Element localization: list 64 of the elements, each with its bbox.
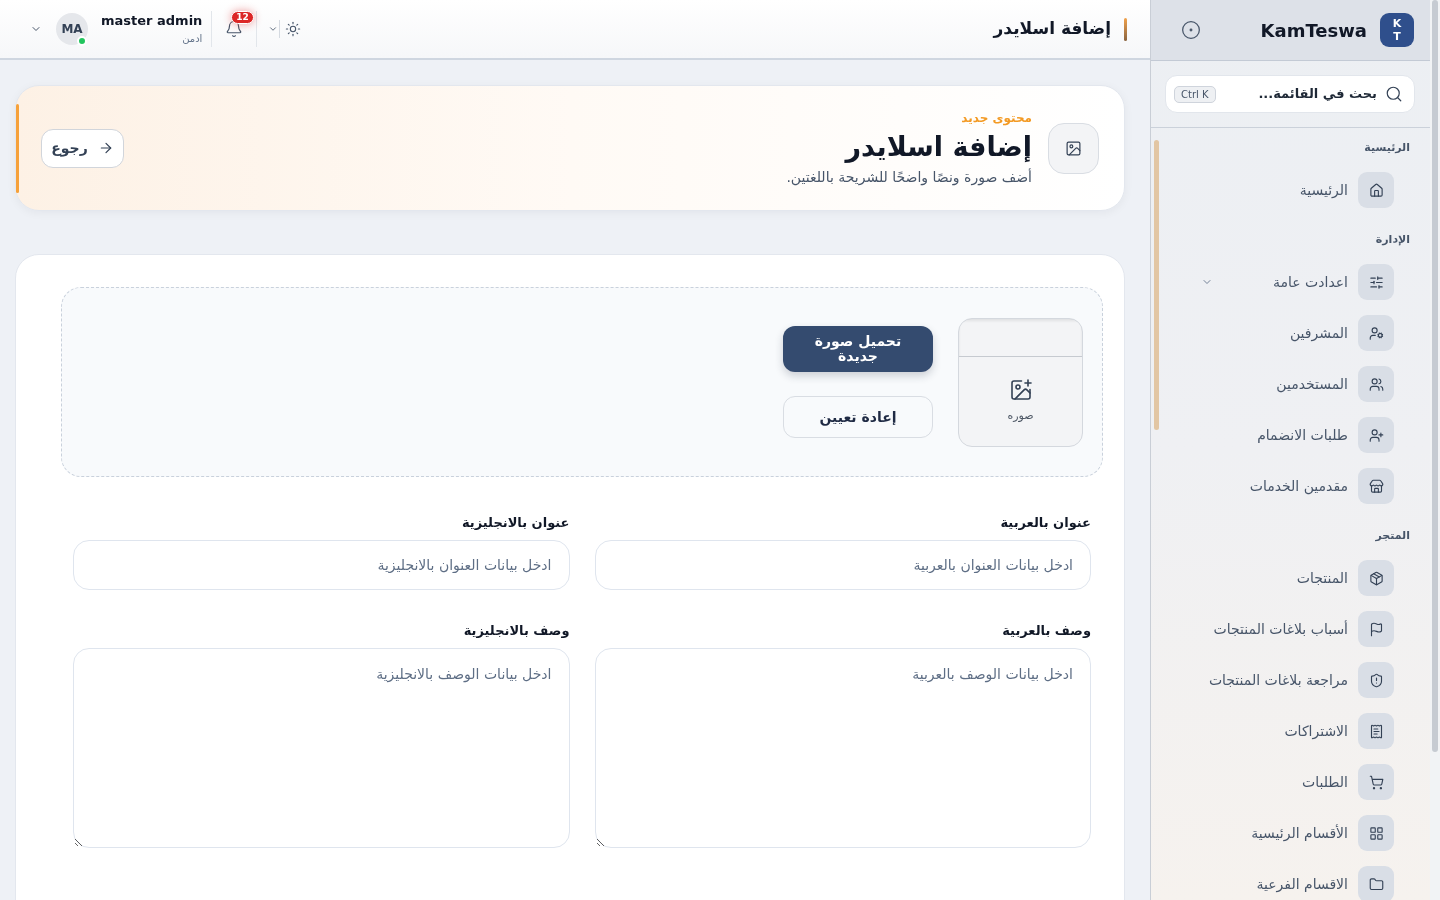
user-avatar[interactable]: MA xyxy=(56,13,88,45)
circle-dot-icon[interactable] xyxy=(1181,20,1201,40)
image-caption: صوره xyxy=(1007,407,1034,424)
house-icon xyxy=(1358,172,1394,208)
image-plus-icon xyxy=(1008,377,1033,402)
box-icon xyxy=(1358,560,1394,596)
sidebar-item[interactable]: مراجعة بلاغات المنتجات xyxy=(1161,662,1430,698)
flag-icon xyxy=(1358,611,1394,647)
sidebar-item[interactable]: اعدادت عامة xyxy=(1161,264,1430,300)
reset-button[interactable]: إعادة تعيين xyxy=(783,396,933,438)
back-button[interactable]: رجوع xyxy=(41,128,124,168)
receipt-icon xyxy=(1358,713,1394,749)
sidebar-item[interactable]: المستخدمين xyxy=(1161,366,1430,402)
accent-bar xyxy=(1124,17,1127,41)
sun-icon[interactable] xyxy=(285,21,302,37)
store-icon xyxy=(1358,468,1394,504)
page-eyebrow: محتوى جديد xyxy=(961,110,1032,126)
input-field[interactable]: ادخل بيانات العنوان بالانجليزية xyxy=(73,540,570,590)
sidebar-item[interactable]: أسباب بلاغات المنتجات xyxy=(1161,611,1430,647)
cart-icon xyxy=(1358,764,1394,800)
notification-badge: 12 xyxy=(231,11,254,24)
sidebar-item[interactable]: المنتجات xyxy=(1161,560,1430,596)
sliders-icon xyxy=(1358,264,1394,300)
grid-icon xyxy=(1358,815,1394,851)
scrollbar-thumb[interactable] xyxy=(1432,0,1438,752)
user-role: ادمن xyxy=(182,31,203,46)
textarea-field[interactable]: ادخل بيانات الوصف بالانجليزية xyxy=(73,648,570,848)
section-title: المتجر xyxy=(1374,529,1411,543)
chevron-down-icon[interactable] xyxy=(268,24,279,34)
page-heading: إضافة اسلايدر xyxy=(845,130,1032,165)
sidebar-item[interactable]: الطلبات xyxy=(1161,764,1430,800)
folder-icon xyxy=(1358,866,1394,900)
field-label: وصف بالعربية xyxy=(1002,623,1091,639)
logo-tile: K T xyxy=(1380,13,1414,47)
shield-alert-icon xyxy=(1358,662,1394,698)
sidebar-item[interactable]: الرئيسية xyxy=(1161,172,1430,208)
sidebar-item[interactable]: مقدمين الخدمات xyxy=(1161,468,1430,504)
sidebar-item[interactable]: المشرفين xyxy=(1161,315,1430,351)
section-title: الإدارة xyxy=(1374,233,1411,247)
image-placeholder[interactable]: صوره xyxy=(958,317,1083,447)
textarea-field[interactable]: ادخل بيانات الوصف بالعربية xyxy=(594,648,1091,848)
sidebar-item[interactable]: الاشتراكات xyxy=(1161,713,1430,749)
field-label: وصف بالانجليزية xyxy=(463,623,570,639)
sidebar-item[interactable]: الاقسام الفرعية xyxy=(1161,866,1430,900)
page-title: إضافة اسلايدر xyxy=(993,17,1111,41)
sidebar-item[interactable]: طلبات الانضمام xyxy=(1161,417,1430,453)
user-gear-icon xyxy=(1358,315,1394,351)
section-title: الرئيسية xyxy=(1363,141,1411,155)
field-label: عنوان بالانجليزية xyxy=(461,515,570,531)
keyboard-shortcut: Ctrl K xyxy=(1174,85,1216,103)
sidebar-item[interactable]: الأقسام الرئيسية xyxy=(1161,815,1430,851)
brand-name: KamTeswa xyxy=(1260,18,1367,43)
search-icon xyxy=(1385,85,1403,103)
page-description: أضف صورة ونصًا واضحًا للشريحة باللغتين. xyxy=(786,168,1032,186)
scrollbar-thumb[interactable] xyxy=(1153,140,1159,430)
search-input[interactable]: بحث في القائمة... xyxy=(1215,84,1377,104)
user-name: master admin xyxy=(101,12,203,29)
users-icon xyxy=(1358,366,1394,402)
field-label: عنوان بالعربية xyxy=(1000,515,1091,531)
bell-icon[interactable] xyxy=(225,20,244,38)
user-plus-icon xyxy=(1358,417,1394,453)
upload-button[interactable]: تحميل صورة جديدة xyxy=(783,326,933,372)
input-field[interactable]: ادخل بيانات العنوان بالعربية xyxy=(594,540,1091,590)
image-icon xyxy=(1048,122,1099,174)
